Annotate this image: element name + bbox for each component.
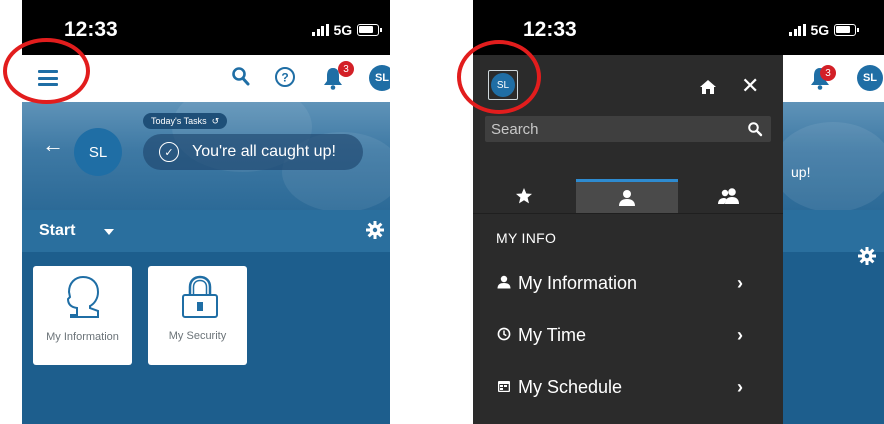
hero-banner: ← SL Today's Tasks ↺ ✓ You're all caught… xyxy=(22,102,390,210)
chevron-right-icon: › xyxy=(737,377,743,397)
tile-my-security[interactable]: My Security xyxy=(148,266,247,365)
padlock-icon xyxy=(182,275,218,318)
gear-icon xyxy=(857,246,877,271)
notification-badge: 3 xyxy=(338,61,354,77)
gear-icon[interactable] xyxy=(365,220,385,245)
divider xyxy=(473,213,783,214)
status-time: 12:33 xyxy=(64,18,118,41)
signal-icon xyxy=(312,24,329,36)
close-icon[interactable]: ✕ xyxy=(741,73,759,99)
start-dropdown-label[interactable]: Start xyxy=(39,222,75,240)
refresh-icon: ↺ xyxy=(211,115,220,126)
tab-favorites[interactable] xyxy=(473,179,575,213)
network-label: 5G xyxy=(333,22,353,38)
menu-item-label: My Information xyxy=(518,273,638,293)
tiles-area: My Information My Security xyxy=(22,252,390,424)
chevron-right-icon: › xyxy=(737,325,743,345)
signal-icon xyxy=(789,24,806,36)
tile-my-information[interactable]: My Information xyxy=(33,266,132,365)
highlight-ring xyxy=(457,40,541,114)
status-time: 12:33 xyxy=(523,18,577,41)
tab-team[interactable] xyxy=(678,179,780,213)
tab-my-info[interactable] xyxy=(576,179,678,213)
clock-icon xyxy=(497,327,511,346)
person-icon xyxy=(619,189,635,206)
tasks-status: ✓ You're all caught up! xyxy=(143,134,363,170)
drawer-tabs xyxy=(473,179,783,213)
help-icon[interactable]: ? xyxy=(274,66,296,93)
tile-label: My Information xyxy=(46,331,119,343)
menu-item-label: My Schedule xyxy=(518,377,623,397)
battery-icon xyxy=(357,24,383,36)
todays-tasks-label: Today's Tasks xyxy=(151,116,207,126)
start-bar: Start xyxy=(22,210,390,252)
star-icon xyxy=(516,188,532,204)
svg-text:?: ? xyxy=(281,71,288,85)
navigation-drawer: SL ✕ MY INFO xyxy=(473,55,783,424)
tasks-status-text: You're all caught up! xyxy=(192,143,336,160)
menu-item-my-schedule[interactable]: My Schedule › xyxy=(473,368,783,408)
background-status-text: up! xyxy=(791,164,811,180)
back-arrow-icon[interactable]: ← xyxy=(42,132,64,158)
battery-icon xyxy=(834,24,860,36)
section-title: MY INFO xyxy=(496,230,557,246)
notification-badge: 3 xyxy=(820,65,836,81)
menu-item-my-information[interactable]: My Information › xyxy=(473,264,783,304)
person-silhouette-icon xyxy=(66,275,100,318)
search-icon[interactable] xyxy=(231,66,251,93)
menu-item-label: My Time xyxy=(518,325,587,345)
network-label: 5G xyxy=(810,22,830,38)
home-icon[interactable] xyxy=(699,79,717,100)
search-icon[interactable] xyxy=(747,121,763,142)
menu-item-my-time[interactable]: My Time › xyxy=(473,316,783,356)
caret-down-icon[interactable] xyxy=(104,229,114,235)
search-input[interactable] xyxy=(485,116,771,142)
calendar-icon xyxy=(497,379,511,398)
todays-tasks-pill[interactable]: Today's Tasks ↺ xyxy=(143,113,228,129)
chevron-right-icon: › xyxy=(737,273,743,293)
highlight-ring xyxy=(3,38,90,104)
profile-avatar[interactable]: SL xyxy=(74,128,122,176)
tile-label: My Security xyxy=(168,330,227,342)
check-circle-icon: ✓ xyxy=(159,142,179,162)
avatar: SL xyxy=(857,65,883,91)
person-icon xyxy=(497,275,511,294)
status-bar: 12:33 5G xyxy=(473,0,884,55)
team-icon xyxy=(718,188,739,204)
drawer-search xyxy=(485,116,771,142)
avatar[interactable]: SL xyxy=(369,65,390,91)
